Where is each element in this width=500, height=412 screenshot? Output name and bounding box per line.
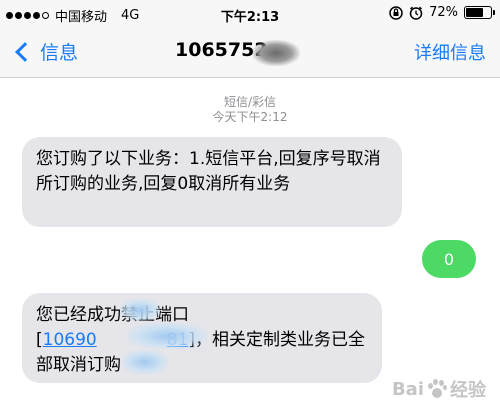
back-label: 信息: [40, 42, 79, 64]
message-text: 0: [443, 249, 455, 269]
redaction-blur: [127, 323, 207, 349]
battery-fill: [466, 8, 484, 17]
thread-timestamp: 今天下午2:12: [212, 110, 288, 124]
battery-percent: 72%: [429, 5, 458, 20]
battery-icon: [464, 6, 495, 19]
details-button[interactable]: 详细信息: [414, 39, 486, 65]
paw-icon: [426, 378, 448, 400]
bracket-open: [: [36, 330, 43, 350]
sent-message-bubble[interactable]: 0: [422, 240, 476, 278]
link-text: 10690: [42, 330, 97, 350]
back-button[interactable]: 信息: [12, 38, 78, 65]
chevron-left-icon: [15, 41, 35, 62]
received-message-bubble[interactable]: 您订购了以下业务：1.短信平台,回复序号取消所订购的业务,回复0取消所有业务: [22, 137, 402, 227]
watermark-text: Bai: [391, 378, 424, 400]
redaction-blur: [252, 40, 300, 66]
received-message-bubble[interactable]: 您已经成功禁止端口 [1069081]，相关定制类业务已全部取消订购: [22, 293, 382, 383]
baidu-watermark: Bai 经验: [392, 376, 486, 402]
redaction-blur: [122, 350, 168, 374]
status-right: 72%: [389, 5, 495, 20]
status-bar: 中国移动 4G 下午2:13 72%: [0, 0, 500, 28]
redaction-blur: [120, 299, 160, 321]
alarm-icon: [409, 6, 423, 20]
nav-bar: 信息 1065752 详细信息: [0, 28, 500, 78]
watermark-text-2: 经验: [450, 380, 486, 401]
message-text-before: 您已经成功禁止端口: [36, 305, 189, 325]
lock-rotation-icon: [389, 5, 403, 20]
message-text: 您订购了以下业务：1.短信平台,回复序号取消所订购的业务,回复0取消所有业务: [36, 149, 381, 194]
